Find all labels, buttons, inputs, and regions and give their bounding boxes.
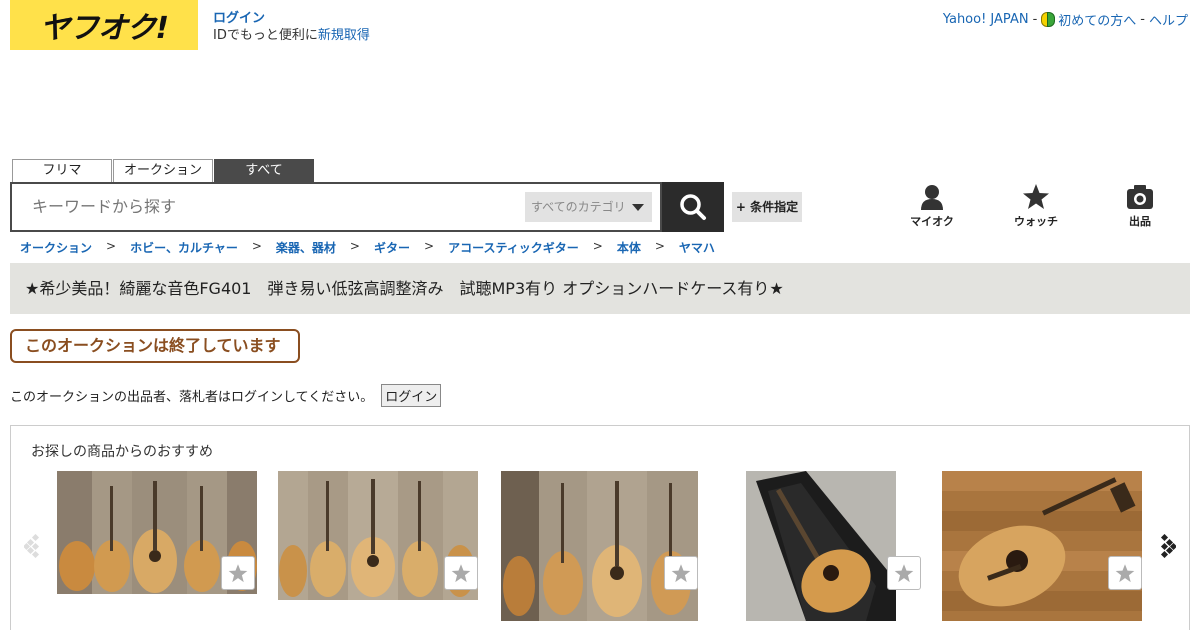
watch-star-button[interactable] xyxy=(887,556,921,590)
search-button[interactable] xyxy=(662,182,724,232)
signup-link[interactable]: 新規取得 xyxy=(318,28,370,43)
my-auction-button[interactable]: マイオク xyxy=(880,184,984,229)
beginner-leaf-icon xyxy=(1041,12,1056,27)
watch-star-button[interactable] xyxy=(1108,556,1142,590)
search-box: すべてのカテゴリ xyxy=(10,182,662,232)
breadcrumb-item[interactable]: ホビー、カルチャー xyxy=(130,239,238,256)
recommended-item[interactable] xyxy=(501,471,698,621)
search-input[interactable] xyxy=(32,197,512,216)
recommended-item[interactable] xyxy=(942,471,1142,621)
tab-auction[interactable]: オークション xyxy=(113,159,213,183)
recommended-item[interactable] xyxy=(57,471,257,594)
recommendations-title: お探しの商品からのおすすめ xyxy=(31,444,213,460)
watch-button[interactable]: ウォッチ xyxy=(984,184,1088,229)
recommended-item[interactable] xyxy=(278,471,478,600)
auction-ended-badge: このオークションは終了しています xyxy=(10,329,300,363)
star-icon xyxy=(451,563,471,582)
recommendations-panel: お探しの商品からのおすすめ xyxy=(10,425,1190,630)
breadcrumb-item[interactable]: ヤマハ xyxy=(679,239,715,256)
breadcrumb-item[interactable]: 本体 xyxy=(617,239,641,256)
condition-button[interactable]: + 条件指定 xyxy=(732,192,802,222)
next-arrow-icon[interactable] xyxy=(1156,534,1176,558)
yahoo-japan-link[interactable]: Yahoo! JAPAN xyxy=(943,12,1029,27)
login-link[interactable]: ログイン xyxy=(213,10,370,27)
help-link[interactable]: ヘルプ xyxy=(1149,10,1188,29)
breadcrumb-item[interactable]: アコースティックギター xyxy=(448,239,579,256)
yahuoku-logo[interactable]: ヤフオク! xyxy=(10,0,198,50)
breadcrumb-separator: > xyxy=(592,239,603,253)
breadcrumb: オークション > ホビー、カルチャー > 楽器、器材 > ギター > アコースティックギ… xyxy=(20,239,715,256)
sell-button[interactable]: 出品 xyxy=(1088,184,1192,229)
search-tabs: フリマ オークション すべて xyxy=(12,159,315,183)
category-select-label: すべてのカテゴリ xyxy=(531,200,626,214)
breadcrumb-item[interactable]: オークション xyxy=(20,239,92,256)
tab-all[interactable]: すべて xyxy=(214,159,314,183)
person-icon xyxy=(921,185,943,210)
header-links: Yahoo! JAPAN - 初めての方へ - ヘルプ xyxy=(943,10,1188,29)
watch-star-button[interactable] xyxy=(221,556,255,590)
item-title: ★希少美品！綺麗な音色FG401 弾き易い低弦高調整済み 試聴MP3有り オプシ… xyxy=(10,263,1190,314)
login-sub-text: IDでもっと便利に新規取得 xyxy=(213,28,370,43)
guitar-on-floor-photo xyxy=(942,471,1142,621)
side-icons: マイオク ウォッチ 出品 xyxy=(880,184,1192,229)
star-icon xyxy=(671,563,691,582)
breadcrumb-item[interactable]: ギター xyxy=(374,239,410,256)
star-icon xyxy=(228,563,248,582)
caret-down-icon xyxy=(632,204,644,211)
tab-flea-market[interactable]: フリマ xyxy=(12,159,112,183)
star-icon xyxy=(894,563,914,582)
guitar-in-case-photo xyxy=(746,471,896,621)
camera-icon xyxy=(1127,185,1153,209)
search-icon xyxy=(680,194,706,220)
breadcrumb-separator: > xyxy=(349,239,360,253)
login-notice: このオークションの出品者、落札者はログインしてください。 ログイン xyxy=(10,384,442,407)
login-notice-text: このオークションの出品者、落札者はログインしてください。 xyxy=(10,390,374,405)
recommended-item[interactable] xyxy=(746,471,921,621)
logo-text: ヤフオク! xyxy=(39,11,169,46)
guitar-lineup-photo xyxy=(501,471,698,621)
header-link-separator: - xyxy=(1032,12,1038,27)
login-button[interactable]: ログイン xyxy=(381,384,442,407)
first-time-link[interactable]: 初めての方へ xyxy=(1058,10,1136,29)
breadcrumb-item[interactable]: 楽器、器材 xyxy=(276,239,336,256)
side-icon-label: マイオク xyxy=(910,215,954,228)
breadcrumb-separator: > xyxy=(106,239,117,253)
login-sub-label: IDでもっと便利に xyxy=(213,28,318,43)
breadcrumb-separator: > xyxy=(251,239,262,253)
prev-arrow-icon[interactable] xyxy=(24,534,44,558)
star-icon xyxy=(1115,563,1135,582)
watch-star-button[interactable] xyxy=(664,556,698,590)
breadcrumb-separator: > xyxy=(424,239,435,253)
watch-star-button[interactable] xyxy=(444,556,478,590)
side-icon-label: 出品 xyxy=(1129,215,1151,228)
breadcrumb-separator: > xyxy=(654,239,665,253)
category-select[interactable]: すべてのカテゴリ xyxy=(525,192,652,222)
login-box: ログイン IDでもっと便利に新規取得 xyxy=(213,10,370,44)
side-icon-label: ウォッチ xyxy=(1014,215,1058,228)
header-link-separator: - xyxy=(1140,12,1145,27)
star-icon xyxy=(1023,184,1049,209)
